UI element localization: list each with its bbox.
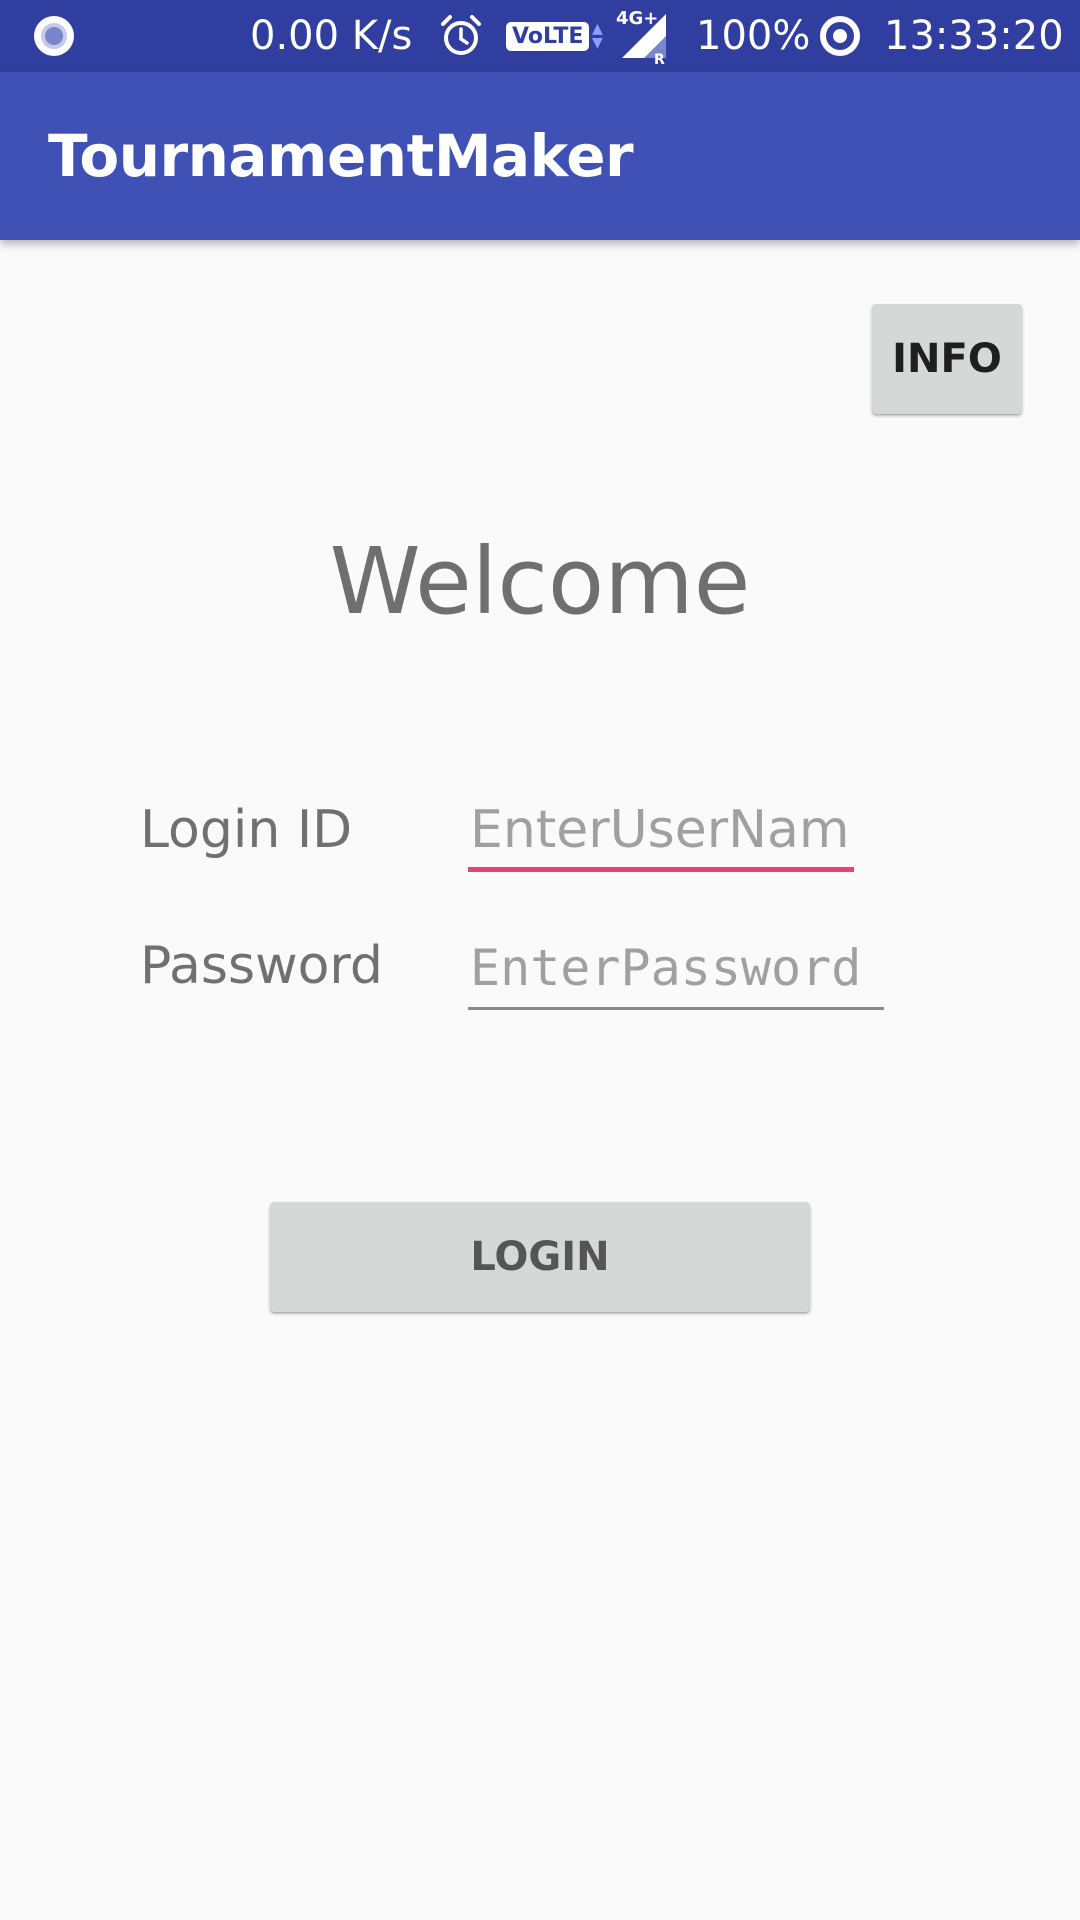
status-bar: 0.00 K/s VoLTE ▲ ▼ 4G+ R 100% 13:33:20 — [0, 0, 1080, 72]
password-input[interactable] — [468, 928, 884, 1010]
screen: 0.00 K/s VoLTE ▲ ▼ 4G+ R 100% 13:33:20 T… — [0, 0, 1080, 1920]
login-button[interactable]: LOGIN — [270, 1202, 810, 1312]
username-input[interactable] — [468, 792, 854, 872]
network-speed: 0.00 K/s — [250, 13, 413, 59]
info-button[interactable]: INFO — [872, 304, 1022, 414]
screen-record-icon — [34, 0, 74, 72]
data-saver-icon — [818, 0, 862, 72]
alarm-icon — [438, 0, 484, 72]
welcome-heading: Welcome — [329, 528, 751, 635]
login-id-label: Login ID — [140, 800, 353, 860]
signal-icon: 4G+ R — [612, 0, 672, 72]
volte-label: VoLTE — [506, 21, 590, 51]
app-title: TournamentMaker — [48, 122, 634, 190]
app-bar: TournamentMaker — [0, 72, 1080, 240]
password-label: Password — [140, 936, 383, 996]
roaming-label: R — [654, 52, 665, 66]
battery-level: 100% — [696, 13, 811, 59]
data-arrows-icon: ▲ ▼ — [592, 21, 603, 51]
clock: 13:33:20 — [884, 13, 1064, 59]
network-type-label: 4G+ — [616, 8, 658, 29]
volte-icon: VoLTE — [506, 0, 590, 72]
